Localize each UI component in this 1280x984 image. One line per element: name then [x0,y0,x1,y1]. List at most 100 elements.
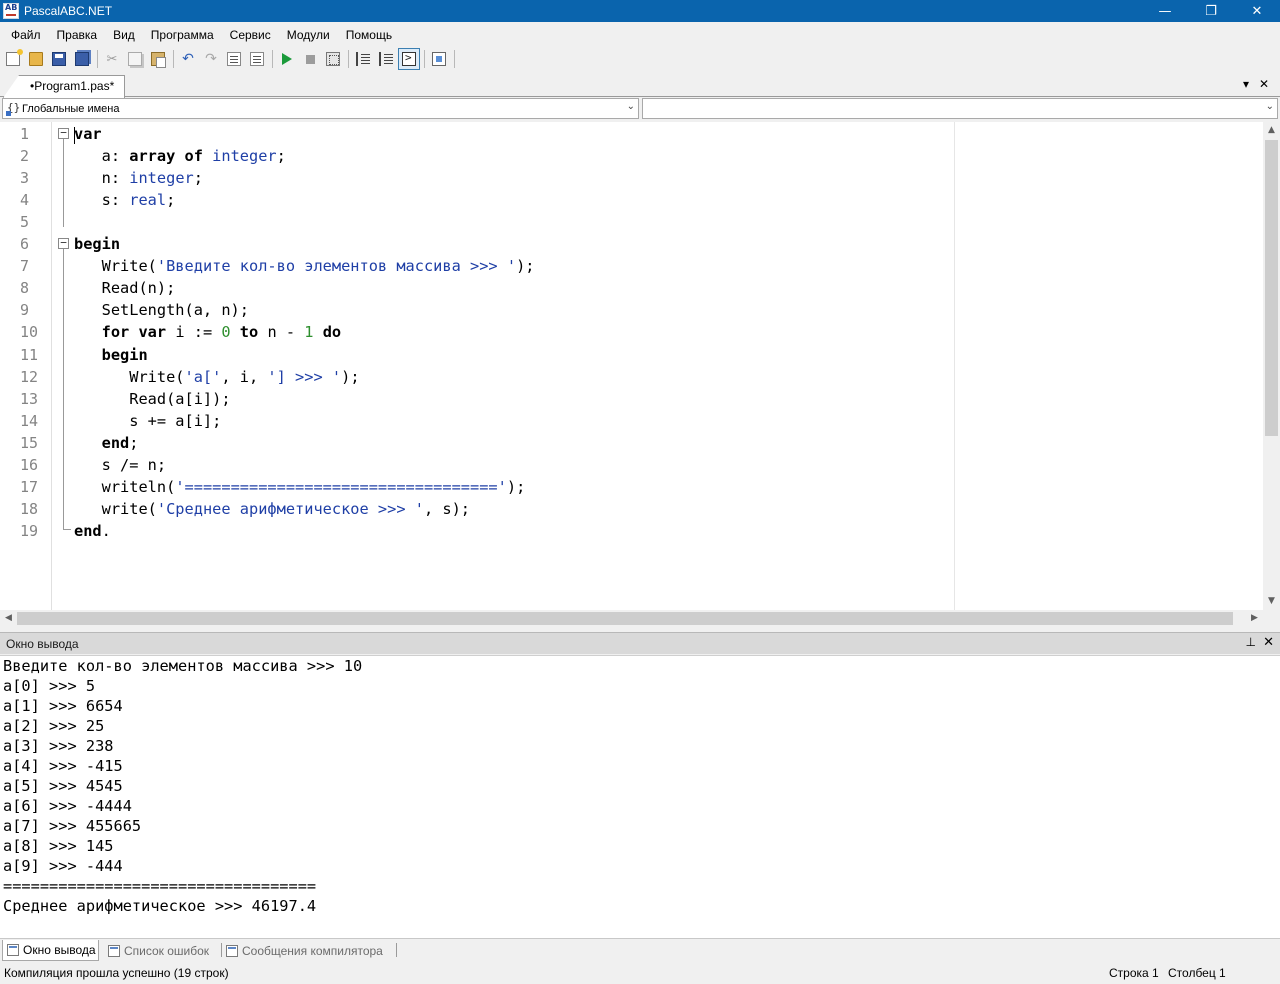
stop-button[interactable] [299,48,321,70]
nav-forward-button[interactable] [246,48,268,70]
line-number: 2 [20,147,30,166]
code-token: do [313,323,342,342]
output-line: a[1] >>> 6654 [3,697,123,715]
code-token: n: [74,169,130,188]
code-token: 'Введите кол-во элементов массива >>> ' [156,257,517,276]
scroll-up-icon[interactable]: ▲ [1263,122,1280,139]
code-token: , s); [423,499,471,518]
copy-button[interactable] [124,48,146,70]
maximize-button[interactable]: ❐ [1188,0,1234,22]
window-controls: — ❐ ✕ [1142,0,1280,22]
vertical-scrollbar[interactable]: ▲ ▼ [1263,122,1280,610]
menu-help[interactable]: Помощь [338,25,400,45]
namespace-icon [6,101,20,116]
save-all-button[interactable] [71,48,93,70]
output-line: a[3] >>> 238 [3,737,114,755]
output-line: a[5] >>> 4545 [3,777,123,795]
scroll-down-icon[interactable]: ▼ [1263,593,1280,610]
code-token: begin [74,235,121,254]
line-number: 16 [20,455,39,474]
new-file-button[interactable] [2,48,24,70]
code-line: end; [74,432,139,454]
fold-toggle-icon[interactable]: − [58,127,69,139]
output-panel-header: Окно вывода ⊥ ✕ [0,632,1280,654]
output-line: a[2] >>> 25 [3,717,105,735]
line-number: 17 [20,477,39,496]
toolbar-separator [272,50,273,68]
step-into-button[interactable] [352,48,374,70]
compile-button[interactable] [322,48,344,70]
line-number: 8 [20,279,30,298]
line-number: 10 [20,323,39,342]
tab-program1[interactable]: •Program1.pas* [3,75,126,98]
close-button[interactable]: ✕ [1234,0,1280,22]
nav-back-button[interactable] [223,48,245,70]
code-token: array of [129,147,203,166]
menu-file[interactable]: Файл [3,25,49,45]
line-number: 14 [20,411,39,430]
navigation-combo-bar: Глобальные имена ⌄ ⌄ [0,98,1280,120]
code-token: '==================================' [175,477,507,496]
menu-view[interactable]: Вид [105,25,143,45]
close-icon[interactable]: ✕ [1263,635,1274,650]
menu-modules[interactable]: Модули [279,25,338,45]
tab-label: Окно вывода [23,943,96,957]
horizontal-scrollbar[interactable]: ◀ ▶ [0,610,1263,627]
line-number: 11 [20,345,39,364]
tab-output-window[interactable]: Окно вывода [2,940,99,961]
compile-icon [326,52,340,66]
line-number: 9 [20,301,30,320]
code-token: end [74,433,130,452]
output-console[interactable]: Введите кол-во элементов массива >>> 10 a… [0,655,1280,938]
app-logo-icon [3,3,19,19]
step-over-icon [379,52,393,66]
debug-window-button[interactable] [428,48,450,70]
code-token: i := [166,323,222,342]
pin-icon[interactable]: ⊥ [1246,635,1256,649]
redo-button[interactable]: ↷ [200,48,222,70]
status-message: Компиляция прошла успешно (19 строк) [4,966,229,980]
save-button[interactable] [48,48,70,70]
error-list-icon [108,944,120,957]
tab-error-list[interactable]: Список ошибок [104,940,220,961]
minimize-button[interactable]: — [1142,0,1188,22]
tab-list-dropdown-icon[interactable]: ▾ [1243,77,1249,91]
scroll-right-icon[interactable]: ▶ [1246,610,1263,627]
horizontal-scroll-thumb[interactable] [17,612,1233,625]
output-panel-title: Окно вывода [6,637,79,651]
scope-combo[interactable]: Глобальные имена ⌄ [2,98,639,119]
code-editor[interactable]: − − var a: array of integer; n: integer;… [0,122,1280,627]
toolbar-separator [454,50,455,68]
code-token: ); [516,257,535,276]
line-number: 7 [20,257,30,276]
code-line: Read(a[i]); [74,388,230,410]
scroll-left-icon[interactable]: ◀ [0,610,17,627]
code-token: s: [74,191,130,210]
code-token: . [101,521,111,540]
cut-button[interactable]: ✂ [101,48,123,70]
menu-bar: Файл Правка Вид Программа Сервис Модули … [0,24,1280,46]
menu-service[interactable]: Сервис [222,25,279,45]
code-token: to [230,323,259,342]
vertical-scroll-thumb[interactable] [1265,140,1278,436]
console-window-button[interactable] [398,48,420,70]
run-button[interactable] [276,48,298,70]
step-over-button[interactable] [375,48,397,70]
tab-close-icon[interactable]: ✕ [1259,77,1269,91]
member-combo[interactable]: ⌄ [642,98,1278,119]
compiler-messages-icon [226,944,238,957]
code-line: s: real; [74,189,176,211]
code-token: real [129,191,167,210]
paste-button[interactable] [147,48,169,70]
fold-toggle-icon[interactable]: − [58,237,69,249]
open-file-button[interactable] [25,48,47,70]
code-token: var [74,125,102,143]
chevron-down-icon: ⌄ [626,101,635,112]
menu-program[interactable]: Программа [143,25,222,45]
output-line: Среднее арифметическое >>> 46197.4 [3,897,317,915]
menu-edit[interactable]: Правка [49,25,106,45]
code-token: ; [166,191,176,210]
fold-line [63,249,64,529]
undo-button[interactable]: ↶ [177,48,199,70]
tab-compiler-messages[interactable]: Сообщения компилятора [222,940,392,961]
